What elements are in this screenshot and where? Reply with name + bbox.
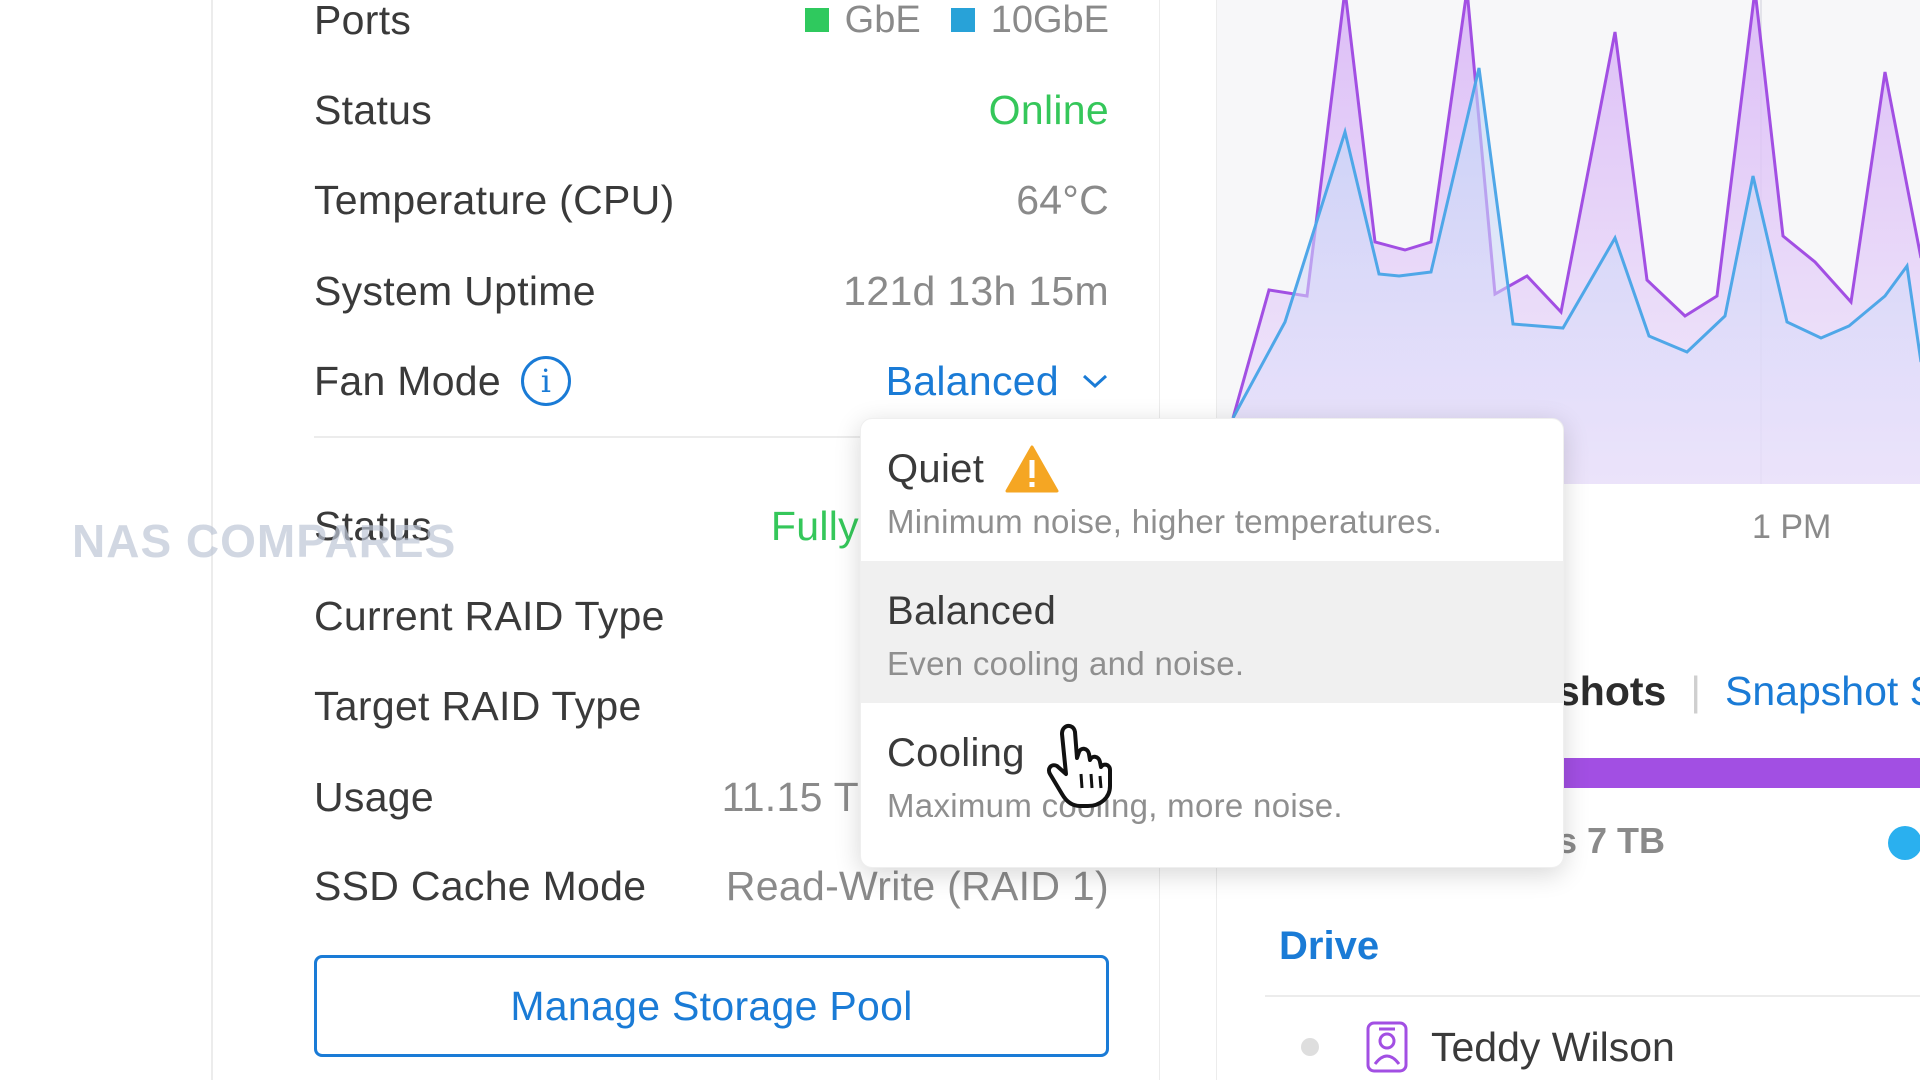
tab-separator: | (1690, 668, 1702, 714)
10gbe-legend-label: 10GbE (990, 0, 1109, 41)
temperature-label: Temperature (CPU) (314, 176, 675, 223)
ports-row: Ports GbE 10GbE (314, 0, 1109, 50)
ssd-cache-value: Read-Write (RAID 1) (725, 862, 1109, 909)
current-raid-label: Current RAID Type (314, 592, 665, 639)
10gbe-swatch (950, 8, 975, 32)
ports-label: Ports (314, 0, 412, 43)
fan-mode-row: Fan Mode i Balanced (314, 351, 1109, 411)
legend-dot (1888, 826, 1920, 860)
fan-mode-label: Fan Mode (314, 357, 501, 404)
option-cooling-title[interactable]: Cooling (887, 727, 1563, 779)
manage-storage-pool-button[interactable]: Manage Storage Pool (314, 955, 1109, 1057)
option-balanced[interactable]: Balanced Even cooling and noise. (861, 561, 1563, 703)
chart-time-label: 1 PM (1752, 508, 1832, 546)
drive-user-row[interactable]: Teddy Wilson (1301, 1020, 1675, 1074)
uptime-row: System Uptime 121d 13h 15m (314, 261, 1109, 321)
target-raid-label: Target RAID Type (314, 682, 642, 729)
option-quiet-title[interactable]: Quiet (887, 447, 984, 492)
traffic-chart (1217, 0, 1920, 484)
status-value: Online (988, 86, 1109, 133)
gbe-swatch (804, 8, 829, 32)
uptime-value: 121d 13h 15m (843, 267, 1109, 314)
ssd-cache-label: SSD Cache Mode (314, 862, 647, 909)
drive-heading[interactable]: Drive (1279, 924, 1379, 969)
option-cooling[interactable]: Cooling Maximum cooling, more noise. (861, 703, 1563, 845)
fan-mode-select[interactable]: Balanced (886, 358, 1109, 405)
snapshot-usage-text: s 7 TB (1557, 820, 1666, 861)
pool-status-value: Fully (770, 502, 859, 549)
option-quiet-description: Minimum noise, higher temperatures. (887, 503, 1443, 540)
drive-user-name: Teddy Wilson (1431, 1023, 1675, 1070)
ports-legend: GbE 10GbE (804, 0, 1109, 42)
usage-label: Usage (314, 773, 435, 820)
drive-divider (1265, 995, 1920, 997)
tab-snapshots[interactable]: shots (1557, 668, 1666, 715)
option-balanced-description: Even cooling and noise. (887, 645, 1245, 682)
status-dot (1301, 1038, 1319, 1056)
status-row: Status Online (314, 80, 1109, 140)
option-balanced-title[interactable]: Balanced (887, 585, 1563, 637)
hand-cursor-icon (1046, 723, 1112, 808)
watermark-text: NAS COMPARES (72, 515, 457, 567)
warning-icon (1005, 445, 1059, 493)
temperature-value: 64°C (1016, 176, 1109, 223)
fan-mode-label-group: Fan Mode i (314, 356, 571, 406)
uptime-label: System Uptime (314, 267, 596, 314)
user-icon (1366, 1021, 1408, 1073)
tab-snapshot-schedule[interactable]: Snapshot S (1725, 668, 1920, 715)
option-quiet-title-row[interactable]: Quiet (887, 443, 1563, 495)
usage-value: 11.15 T (721, 773, 859, 820)
temperature-row: Temperature (CPU) 64°C (314, 170, 1109, 230)
chevron-down-icon[interactable] (1081, 372, 1109, 390)
gbe-legend-label: GbE (844, 0, 921, 41)
status-label: Status (314, 86, 433, 133)
snapshot-usage-bar (1557, 758, 1920, 788)
snapshot-tabs: shots | Snapshot S (1557, 668, 1920, 715)
info-icon[interactable]: i (521, 356, 571, 406)
fan-mode-value[interactable]: Balanced (886, 358, 1059, 405)
fan-mode-dropdown[interactable]: Quiet Minimum noise, higher temperatures… (860, 418, 1564, 868)
traffic-chart-svg (1231, 0, 1920, 484)
option-cooling-description: Maximum cooling, more noise. (887, 787, 1343, 824)
option-quiet[interactable]: Quiet Minimum noise, higher temperatures… (861, 443, 1563, 561)
